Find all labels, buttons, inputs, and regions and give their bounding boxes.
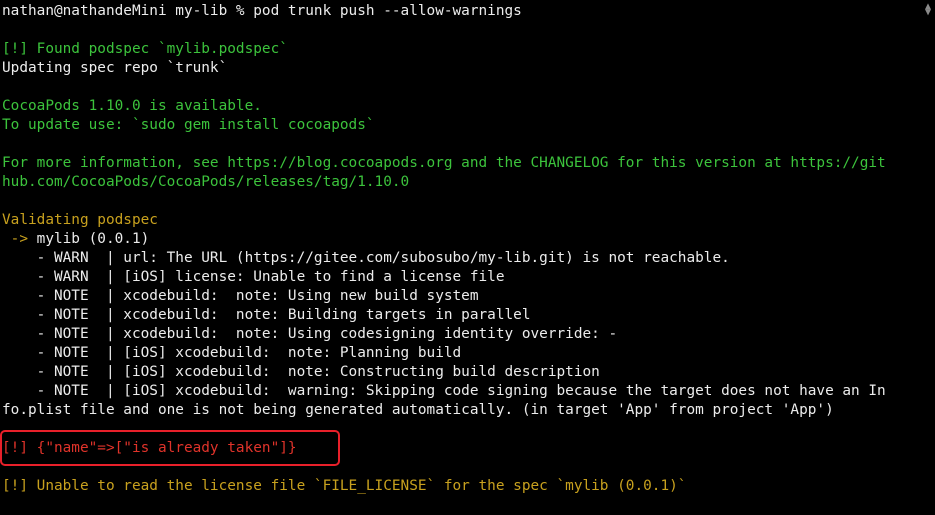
update-instructions-line: To update use: `sudo gem install cocoapo… — [2, 117, 375, 133]
note-planning-line: - NOTE | [iOS] xcodebuild: note: Plannin… — [2, 345, 462, 361]
warn-license-line: - WARN | [iOS] license: Unable to find a… — [2, 269, 505, 285]
prompt-command-line: nathan@nathandeMini my-lib % pod trunk p… — [2, 3, 522, 19]
more-info-line-1: For more information, see https://blog.c… — [2, 155, 886, 171]
error-highlight-box — [0, 430, 340, 466]
scroll-arrows-icon[interactable]: ▲ ▼ — [923, 2, 933, 18]
note-signing-warning-line-1: - NOTE | [iOS] xcodebuild: warning: Skip… — [2, 383, 886, 399]
terminal-output[interactable]: nathan@nathandeMini my-lib % pod trunk p… — [2, 2, 921, 496]
pod-arrow: -> — [2, 231, 37, 247]
cocoapods-available-line: CocoaPods 1.10.0 is available. — [2, 98, 262, 114]
terminal-window[interactable]: { "terminal": { "prompt_line": "nathan@n… — [0, 0, 935, 515]
validating-podspec-line: Validating podspec — [2, 212, 158, 228]
updating-repo-line: Updating spec repo `trunk` — [2, 60, 228, 76]
note-build-system-line: - NOTE | xcodebuild: note: Using new bui… — [2, 288, 479, 304]
more-info-line-2: hub.com/CocoaPods/CocoaPods/releases/tag… — [2, 174, 410, 190]
scroll-down-arrow-icon[interactable]: ▼ — [923, 8, 933, 18]
pod-name-line: -> mylib (0.0.1) — [2, 230, 921, 249]
license-warning-line: [!] Unable to read the license file `FIL… — [2, 478, 687, 494]
note-signing-warning-line-2: fo.plist file and one is not being gener… — [2, 402, 834, 418]
note-constructing-line: - NOTE | [iOS] xcodebuild: note: Constru… — [2, 364, 600, 380]
pod-name: mylib (0.0.1) — [36, 231, 150, 247]
found-podspec-line: [!] Found podspec `mylib.podspec` — [2, 41, 288, 57]
note-codesigning-line: - NOTE | xcodebuild: note: Using codesig… — [2, 326, 618, 342]
note-parallel-line: - NOTE | xcodebuild: note: Building targ… — [2, 307, 531, 323]
warn-url-line: - WARN | url: The URL (https://gitee.com… — [2, 250, 730, 266]
